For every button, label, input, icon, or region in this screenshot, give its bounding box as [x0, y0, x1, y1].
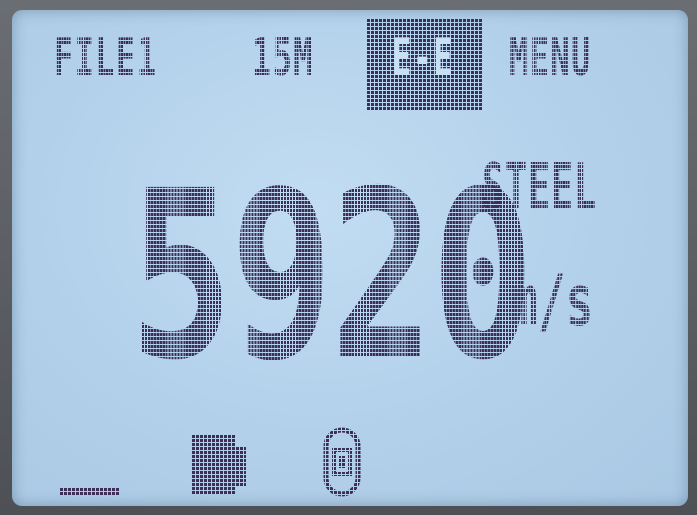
material-label: STEEL	[482, 151, 597, 225]
range-label[interactable]: 15M	[252, 32, 314, 84]
battery-icon	[192, 434, 246, 494]
file-label[interactable]: FILE1	[54, 32, 157, 84]
dash-icon	[60, 488, 120, 495]
coupling-icon	[322, 426, 362, 498]
lcd-screen: FILE1 15M E-E MENU 5920 STEEL m/s	[12, 10, 688, 506]
velocity-value: 5920	[130, 141, 535, 411]
mode-label[interactable]: E-E	[392, 32, 454, 84]
menu-label[interactable]: MENU	[509, 32, 592, 84]
device-bezel: FILE1 15M E-E MENU 5920 STEEL m/s	[0, 0, 697, 515]
unit-label: m/s	[510, 260, 594, 342]
